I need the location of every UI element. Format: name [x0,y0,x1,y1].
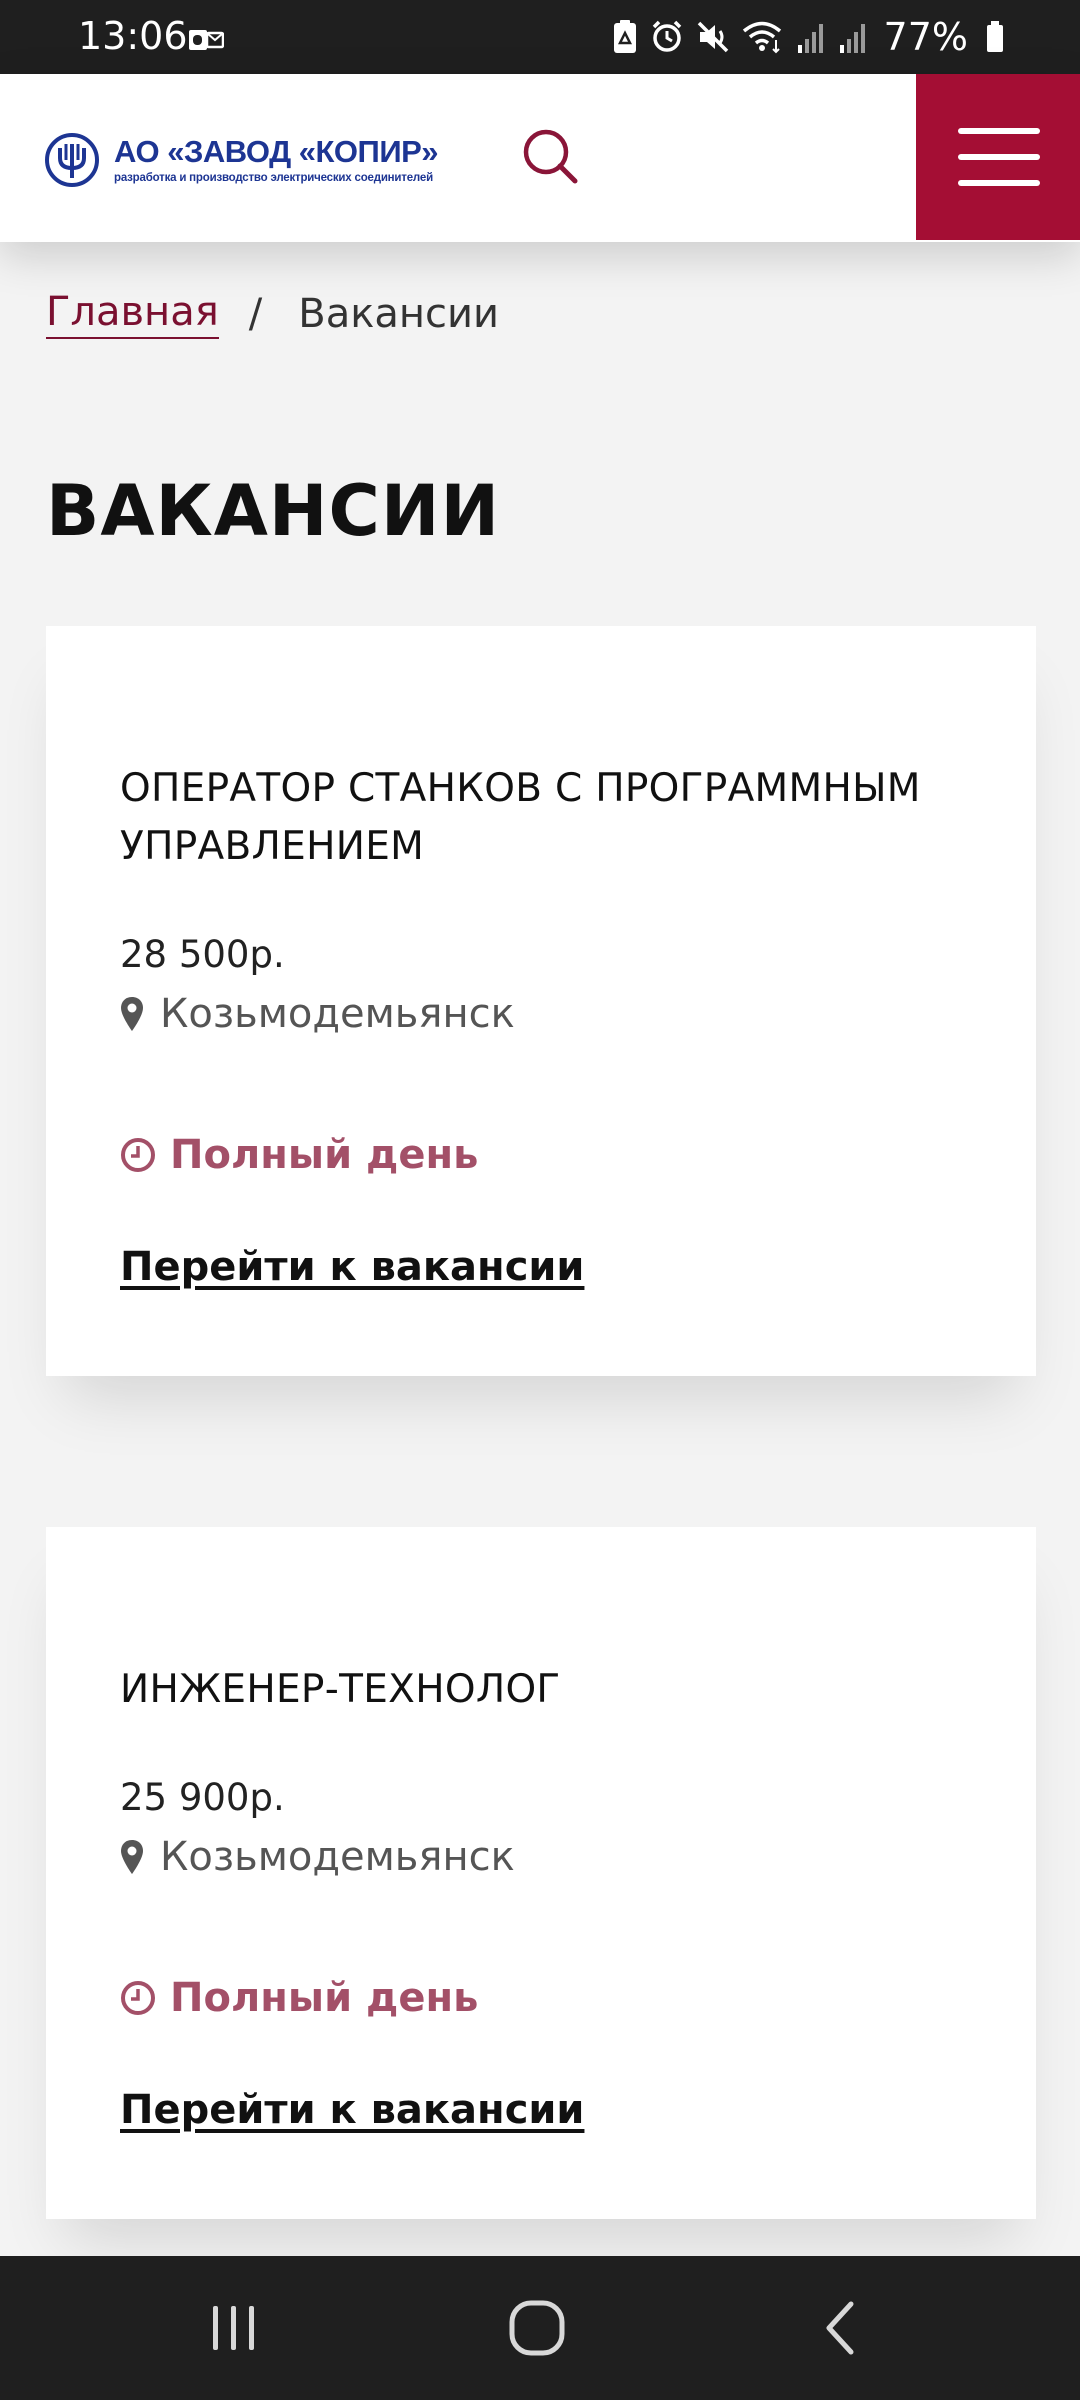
status-bar: 13:06 77% [0,0,1080,74]
recent-apps-button[interactable] [188,2286,278,2370]
vacancy-details-link[interactable]: Перейти к вакансии [120,1244,584,1290]
vacancy-location: Козьмодемьянск [120,1827,976,1887]
vacancy-location-text: Козьмодемьянск [160,1834,515,1880]
vacancy-salary: 25 900р. [120,1776,285,1819]
location-pin-icon [121,1840,143,1874]
vacancy-details-link[interactable]: Перейти к вакансии [120,2087,584,2133]
vacancy-location-text: Козьмодемьянск [160,991,515,1037]
search-icon [523,129,578,184]
wifi-icon [742,20,784,54]
page-title: ВАКАНСИИ [46,470,501,552]
recent-apps-icon [213,2306,254,2350]
breadcrumb-current: Вакансии [298,291,500,337]
vacancy-location: Козьмодемьянск [120,984,976,1044]
location-pin-icon [121,997,143,1031]
vacancy-card: ОПЕРАТОР СТАНКОВ С ПРОГРАММНЫМ УПРАВЛЕНИ… [46,626,1036,1376]
system-nav-bar [0,2256,1080,2400]
search-button[interactable] [520,126,582,188]
status-time: 13:06 [78,14,188,58]
vacancy-salary: 28 500р. [120,933,285,976]
outlook-notification-icon [188,28,225,52]
recycle-icon [612,19,638,55]
menu-button[interactable] [916,74,1080,240]
logo-subtitle: разработка и производство электрических … [114,172,433,184]
vacancy-title: ИНЖЕНЕР-ТЕХНОЛОГ [120,1667,561,1712]
mute-icon [696,20,730,54]
vacancy-schedule-text: Полный день [170,1975,479,2021]
status-icons: 77% [612,12,1004,62]
logo-title: АО «ЗАВОД «КОПИР» [114,134,439,169]
battery-percent: 77% [883,15,968,59]
vacancy-title: ОПЕРАТОР СТАНКОВ С ПРОГРАММНЫМ УПРАВЛЕНИ… [120,766,921,869]
home-icon [509,2300,565,2356]
breadcrumb-separator: / [248,291,263,337]
vacancy-schedule: Полный день [120,1132,976,1178]
battery-icon [986,21,1004,53]
alarm-icon [650,20,684,54]
vacancy-card: ИНЖЕНЕР-ТЕХНОЛОГ 25 900р. Козьмодемьянск… [46,1527,1036,2219]
company-logo[interactable]: АО «ЗАВОД «КОПИР» разработка и производс… [44,128,439,192]
logo-emblem-icon [45,133,99,187]
signal-icon [838,21,868,53]
breadcrumb: Главная / Вакансии [46,284,499,344]
vacancy-schedule-text: Полный день [170,1132,479,1178]
home-button[interactable] [492,2286,582,2370]
breadcrumb-home-link[interactable]: Главная [46,289,219,339]
back-button[interactable] [796,2286,886,2370]
vacancy-schedule: Полный день [120,1975,976,2021]
site-header: АО «ЗАВОД «КОПИР» разработка и производс… [0,74,1080,242]
clock-icon [121,1138,155,1172]
back-icon [826,2301,854,2355]
clock-icon [121,1981,155,2015]
signal-icon [796,21,826,53]
